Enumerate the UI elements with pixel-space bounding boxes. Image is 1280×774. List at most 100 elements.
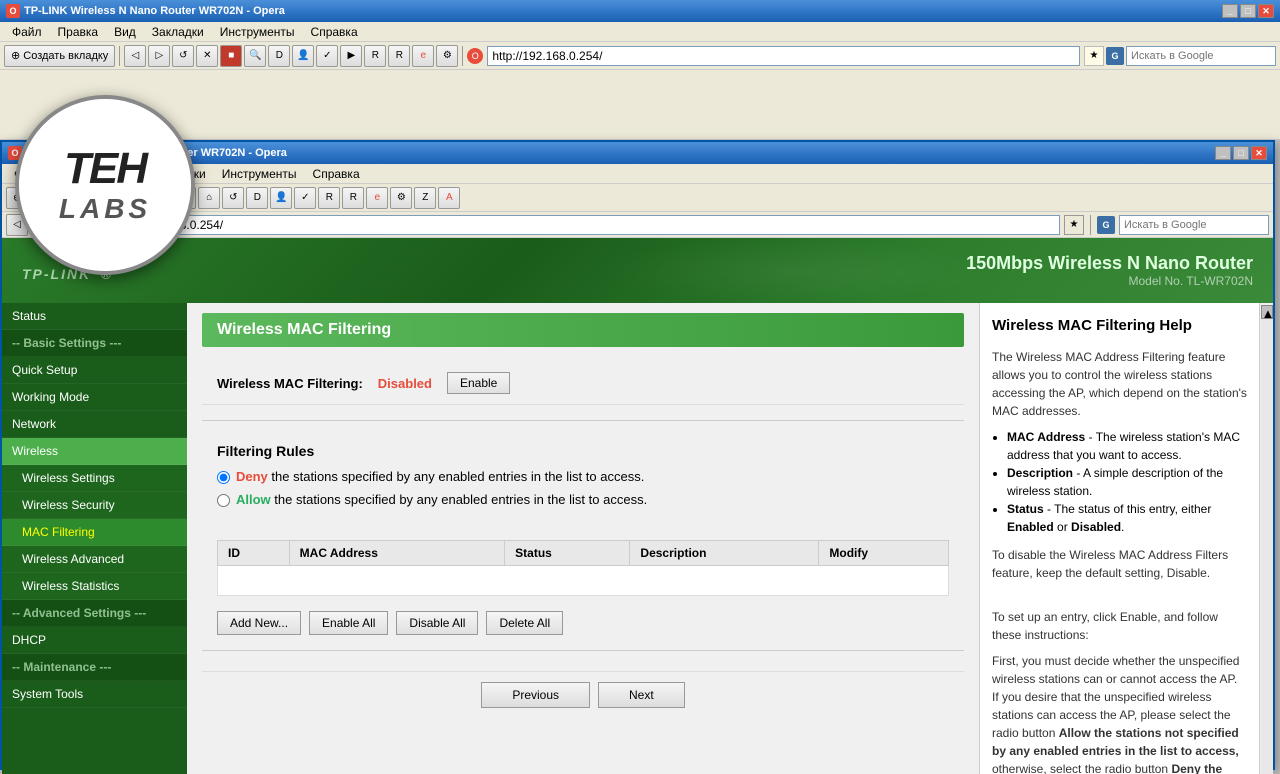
tb2-icon-4[interactable]: R [318, 187, 340, 209]
tb2-icon-6[interactable]: e [366, 187, 388, 209]
sidebar: Status -- Basic Settings --- Quick Setup… [2, 303, 187, 774]
sidebar-item-network[interactable]: Network [2, 411, 187, 438]
tb-icon-6[interactable]: ▶ [340, 45, 362, 67]
allow-text-rest: the stations specified by any enabled en… [274, 492, 647, 507]
tb-icon-8[interactable]: R [388, 45, 410, 67]
desc-term: Description [1007, 466, 1073, 480]
page-title: Wireless MAC Filtering [202, 313, 964, 347]
sidebar-item-wireless-statistics[interactable]: Wireless Statistics [2, 573, 187, 600]
filtering-rules-title: Filtering Rules [217, 443, 949, 459]
add-new-button[interactable]: Add New... [217, 611, 301, 635]
sep2-bg [462, 46, 463, 66]
tb2-icon-5[interactable]: R [342, 187, 364, 209]
sidebar-item-wireless-security[interactable]: Wireless Security [2, 492, 187, 519]
tb2-icon-3[interactable]: ✓ [294, 187, 316, 209]
new-tab-bg[interactable]: ⊕ Создать вкладку [4, 45, 115, 67]
home-btn[interactable]: ⌂ [198, 187, 220, 209]
sidebar-item-working-mode[interactable]: Working Mode [2, 384, 187, 411]
reload-bg[interactable]: ↺ [172, 45, 194, 67]
tb2-icon-7[interactable]: ⚙ [390, 187, 412, 209]
previous-button[interactable]: Previous [481, 682, 590, 708]
maximize-btn[interactable]: □ [1233, 146, 1249, 160]
minimize-btn-bg[interactable]: _ [1222, 4, 1238, 18]
menu-view-bg[interactable]: Вид [106, 23, 144, 41]
window-controls-bg[interactable]: _ □ ✕ [1222, 4, 1274, 18]
address-input-bg[interactable] [487, 46, 1080, 66]
star-btn-bg[interactable]: ★ [1084, 46, 1104, 66]
sidebar-item-mac-filtering[interactable]: MAC Filtering [2, 519, 187, 546]
next-button[interactable]: Next [598, 682, 685, 708]
main-layout: Status -- Basic Settings --- Quick Setup… [2, 303, 1273, 774]
menu-bookmarks-bg[interactable]: Закладки [144, 23, 212, 41]
enable-button[interactable]: Enable [447, 372, 510, 394]
search-input-bg[interactable] [1126, 46, 1276, 66]
col-mac: MAC Address [289, 541, 505, 566]
help-list-item-1: MAC Address - The wireless station's MAC… [1007, 428, 1247, 464]
delete-all-button[interactable]: Delete All [486, 611, 563, 635]
sidebar-item-wireless[interactable]: Wireless [2, 438, 187, 465]
search-input[interactable] [1119, 215, 1269, 235]
tb-icon-1[interactable]: ■ [220, 45, 242, 67]
magnifier-content: TEH LABS [19, 99, 191, 271]
menu-file-bg[interactable]: Файл [4, 23, 50, 41]
mac-table-section: ID MAC Address Status Description Modify [202, 540, 964, 596]
sidebar-item-status[interactable]: Status [2, 303, 187, 330]
tb-icon-2[interactable]: 🔍 [244, 45, 266, 67]
model-info: 150Mbps Wireless N Nano Router Model No.… [966, 253, 1253, 288]
tb-icon-10[interactable]: ⚙ [436, 45, 458, 67]
back-bg[interactable]: ◁ [124, 45, 146, 67]
sep-bg [119, 46, 120, 66]
window-controls[interactable]: _ □ ✕ [1215, 146, 1267, 160]
tb-icon-5[interactable]: ✓ [316, 45, 338, 67]
sidebar-item-quick-setup[interactable]: Quick Setup [2, 357, 187, 384]
sidebar-item-system-tools[interactable]: System Tools [2, 681, 187, 708]
help-setup-note: To set up an entry, click Enable, and fo… [992, 608, 1247, 644]
scroll-up-btn[interactable]: ▲ [1261, 305, 1273, 319]
help-list: MAC Address - The wireless station's MAC… [1007, 428, 1247, 536]
disable-all-button[interactable]: Disable All [396, 611, 478, 635]
router-content: TP-LINK ® 150Mbps Wireless N Nano Router… [2, 238, 1273, 774]
tb2-icon-2[interactable]: 👤 [270, 187, 292, 209]
menu-tools-bg[interactable]: Инструменты [212, 23, 303, 41]
col-desc: Description [630, 541, 819, 566]
help-disable-note: To disable the Wireless MAC Address Filt… [992, 546, 1247, 582]
tb-icon-4[interactable]: 👤 [292, 45, 314, 67]
sidebar-item-dhcp[interactable]: DHCP [2, 627, 187, 654]
deny-radio-label[interactable]: Deny the stations specified by any enabl… [236, 469, 644, 484]
menu-help[interactable]: Справка [305, 165, 368, 183]
allow-radio[interactable] [217, 494, 230, 507]
stop-bg[interactable]: ✕ [196, 45, 218, 67]
sidebar-item-wireless-settings[interactable]: Wireless Settings [2, 465, 187, 492]
tb2-icon-8[interactable]: Z [414, 187, 436, 209]
tb2-icon-1[interactable]: D [246, 187, 268, 209]
address-input[interactable] [108, 215, 1060, 235]
scrollbar[interactable]: ▲ ▼ [1259, 303, 1273, 774]
search-engine-icon: G [1097, 216, 1115, 234]
browser-title-bg: TP-LINK Wireless N Nano Router WR702N - … [24, 5, 285, 17]
tb-icon-9[interactable]: e [412, 45, 434, 67]
menu-edit-bg[interactable]: Правка [50, 23, 107, 41]
close-btn[interactable]: ✕ [1251, 146, 1267, 160]
maximize-btn-bg[interactable]: □ [1240, 4, 1256, 18]
sidebar-item-wireless-advanced[interactable]: Wireless Advanced [2, 546, 187, 573]
deny-radio[interactable] [217, 471, 230, 484]
allow-radio-label[interactable]: Allow the stations specified by any enab… [236, 492, 647, 507]
main-content: Wireless MAC Filtering Wireless MAC Filt… [187, 303, 979, 774]
close-btn-bg[interactable]: ✕ [1258, 4, 1274, 18]
enable-all-button[interactable]: Enable All [309, 611, 388, 635]
deny-text-rest: the stations specified by any enabled en… [271, 469, 644, 484]
mac-filtering-status: Wireless MAC Filtering: Disabled Enable [202, 362, 964, 405]
col-status: Status [505, 541, 630, 566]
menu-tools[interactable]: Инструменты [214, 165, 305, 183]
menu-help-bg[interactable]: Справка [303, 23, 366, 41]
mac-term: MAC Address [1007, 430, 1085, 444]
col-id: ID [218, 541, 290, 566]
reload-btn[interactable]: ↺ [222, 187, 244, 209]
minimize-btn[interactable]: _ [1215, 146, 1231, 160]
forward-bg[interactable]: ▷ [148, 45, 170, 67]
tb-icon-3[interactable]: D [268, 45, 290, 67]
tb2-icon-9[interactable]: A [438, 187, 460, 209]
addr-star[interactable]: ★ [1064, 215, 1084, 235]
tplink-header: TP-LINK ® 150Mbps Wireless N Nano Router… [2, 238, 1273, 303]
tb-icon-7[interactable]: R [364, 45, 386, 67]
